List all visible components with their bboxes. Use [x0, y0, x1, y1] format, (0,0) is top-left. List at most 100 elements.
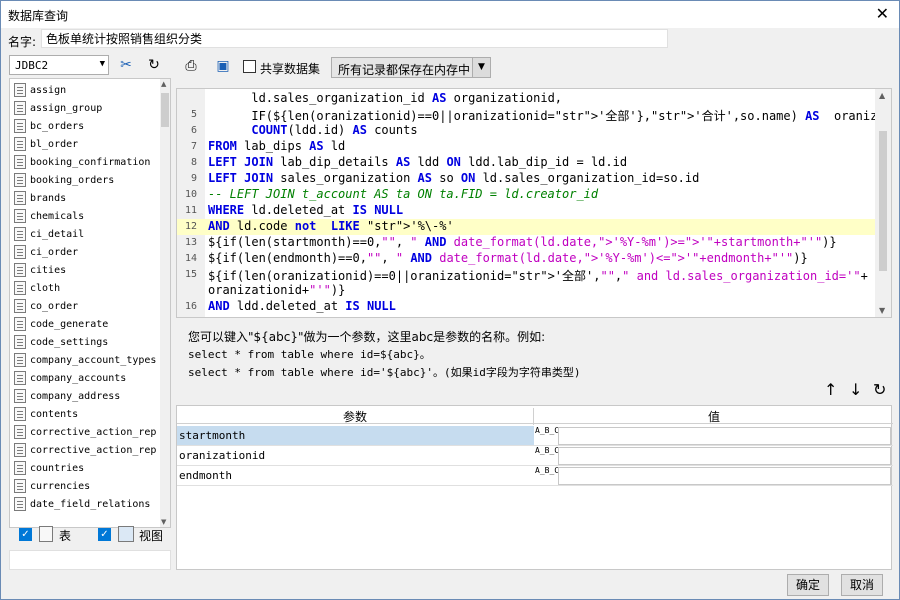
- name-input[interactable]: [41, 29, 668, 48]
- table-name: corrective_action_rep: [30, 427, 157, 438]
- string-type-icon[interactable]: A̲B̲C: [535, 426, 559, 445]
- table-list-item[interactable]: bc_orders: [14, 119, 84, 137]
- table-list-item[interactable]: chemicals: [14, 209, 84, 227]
- table-list-item[interactable]: corrective_action_rep: [14, 425, 156, 443]
- sql-editor[interactable]: ld.sales_organization_id AS organization…: [176, 88, 892, 318]
- code-line: 14 ${if(len(endmonth)==0,"", " AND date_f…: [177, 251, 877, 267]
- line-number: 5: [190, 109, 197, 120]
- parameter-row[interactable]: oranizationid A̲B̲C: [177, 446, 893, 466]
- table-name: code_settings: [30, 337, 109, 348]
- table-checkbox[interactable]: ✓: [19, 528, 32, 541]
- table-list-item[interactable]: currencies: [14, 479, 90, 497]
- preview-button[interactable]: ⎙: [180, 56, 202, 76]
- move-up-icon[interactable]: ↑: [824, 380, 837, 399]
- name-row: 名字:: [1, 28, 899, 52]
- connection-select[interactable]: JDBC2 ▼: [9, 55, 109, 75]
- preview-icon: ⎙: [185, 58, 197, 74]
- table-name: company_account_types: [30, 355, 157, 366]
- table-list-item[interactable]: assign: [14, 83, 66, 101]
- table-name: bl_order: [30, 139, 79, 150]
- code-text: FROM lab_dips AS ld: [208, 139, 346, 153]
- parameter-help: 您可以键入"${abc}"做为一个参数，这里abc是参数的名称。例如: sele…: [188, 328, 788, 382]
- table-filter-input[interactable]: [9, 550, 171, 570]
- table-icon: [14, 137, 26, 151]
- parameter-row[interactable]: endmonth A̲B̲C: [177, 466, 893, 486]
- scroll-thumb[interactable]: [161, 93, 169, 127]
- save-button[interactable]: ▣: [212, 56, 234, 76]
- table-name: code_generate: [30, 319, 109, 330]
- table-list-item[interactable]: ci_order: [14, 245, 78, 263]
- connection-settings-button[interactable]: ✂: [115, 55, 137, 75]
- editor-scrollbar[interactable]: ▲ ▼: [875, 89, 891, 317]
- table-list-item[interactable]: date_field_relations: [14, 497, 150, 515]
- table-list-item[interactable]: brands: [14, 191, 66, 209]
- view-checkbox[interactable]: ✓: [98, 528, 111, 541]
- table-list-item[interactable]: assign_group: [14, 101, 102, 119]
- help-line: select * from table where id='${abc}'。(如…: [188, 366, 581, 379]
- string-type-icon[interactable]: A̲B̲C: [535, 466, 559, 485]
- table-list-item[interactable]: bl_order: [14, 137, 78, 155]
- scroll-up-icon[interactable]: ▲: [161, 80, 166, 88]
- storage-mode-select[interactable]: 所有记录都保存在内存中 ▼: [331, 57, 491, 78]
- table-list-item[interactable]: booking_orders: [14, 173, 114, 191]
- parameter-value-input[interactable]: [558, 467, 891, 485]
- table-icon: [14, 83, 26, 97]
- code-line: 5 IF(${len(oranizationid)==0||oranizatio…: [177, 107, 891, 123]
- ok-button[interactable]: 确定: [787, 574, 829, 596]
- code-line: 11 WHERE ld.deleted_at IS NULL: [177, 203, 877, 219]
- close-icon[interactable]: ✕: [876, 4, 889, 23]
- refresh-tables-button[interactable]: ↻: [143, 55, 165, 75]
- table-icon: [14, 173, 26, 187]
- table-icon: [14, 209, 26, 223]
- table-icon: [39, 526, 53, 542]
- move-down-icon[interactable]: ↓: [849, 380, 862, 399]
- table-name: chemicals: [30, 211, 85, 222]
- table-icon: [14, 497, 26, 511]
- code-line: oranizationid+"'")}: [177, 283, 877, 299]
- table-list-item[interactable]: company_accounts: [14, 371, 126, 389]
- table-list-item[interactable]: countries: [14, 461, 84, 479]
- left-panel: JDBC2 ▼ ✂ ↻ assign assign_group bc_ordersb…: [9, 55, 171, 571]
- parameter-value-input[interactable]: [558, 447, 891, 465]
- table-list-scrollbar[interactable]: ▲ ▼: [160, 79, 170, 527]
- table-icon: [14, 191, 26, 205]
- scroll-down-icon[interactable]: ▼: [161, 518, 166, 526]
- table-name: ci_detail: [30, 229, 85, 240]
- table-list[interactable]: assign assign_group bc_orders bl_orderbooki…: [9, 78, 171, 528]
- string-type-icon[interactable]: A̲B̲C: [535, 446, 559, 465]
- scroll-down-icon[interactable]: ▼: [879, 306, 885, 315]
- refresh-params-icon[interactable]: ↻: [873, 380, 886, 399]
- table-list-item[interactable]: cloth: [14, 281, 60, 299]
- table-list-item[interactable]: contents: [14, 407, 78, 425]
- chevron-down-icon: ▼: [472, 58, 490, 77]
- help-line: 您可以键入"${abc}"做为一个参数，这里abc是参数的名称。例如:: [188, 330, 546, 344]
- dialog-window: 数据库查询 ✕ 名字: JDBC2 ▼ ✂ ↻ assign assign_gro…: [0, 0, 900, 600]
- title-bar: 数据库查询 ✕: [1, 1, 899, 28]
- table-list-item[interactable]: cities: [14, 263, 66, 281]
- table-list-item[interactable]: code_generate: [14, 317, 108, 335]
- cancel-button[interactable]: 取消: [841, 574, 883, 596]
- code-line: ld.sales_organization_id AS organization…: [177, 91, 877, 107]
- code-text: oranizationid+"'")}: [208, 283, 346, 297]
- table-list-item[interactable]: company_address: [14, 389, 120, 407]
- parameter-row[interactable]: startmonth A̲B̲C: [177, 426, 893, 446]
- code-text: AND ldd.deleted_at IS NULL: [208, 299, 396, 313]
- table-list-item[interactable]: company_account_types: [14, 353, 156, 371]
- table-list-item[interactable]: code_settings: [14, 335, 108, 353]
- table-list-item[interactable]: corrective_action_rep: [14, 443, 156, 461]
- scroll-up-icon[interactable]: ▲: [879, 91, 885, 100]
- code-line: 15 ${if(len(oranizationid)==0||oranizatio…: [177, 267, 877, 283]
- table-name: currencies: [30, 481, 91, 492]
- code-text: ld.sales_organization_id AS organization…: [208, 91, 563, 105]
- table-icon: [14, 389, 26, 403]
- table-list-item[interactable]: booking_confirmation: [14, 155, 150, 173]
- table-name: bc_orders: [30, 121, 85, 132]
- scroll-thumb[interactable]: [879, 131, 887, 271]
- share-dataset-checkbox[interactable]: [243, 60, 256, 73]
- table-list-item[interactable]: ci_detail: [14, 227, 84, 245]
- table-name: assign: [30, 85, 67, 96]
- parameter-value-input[interactable]: [558, 427, 891, 445]
- code-text: -- LEFT JOIN t_account AS ta ON ta.FID =…: [208, 187, 599, 201]
- refresh-icon: ↻: [148, 57, 160, 73]
- table-list-item[interactable]: co_order: [14, 299, 78, 317]
